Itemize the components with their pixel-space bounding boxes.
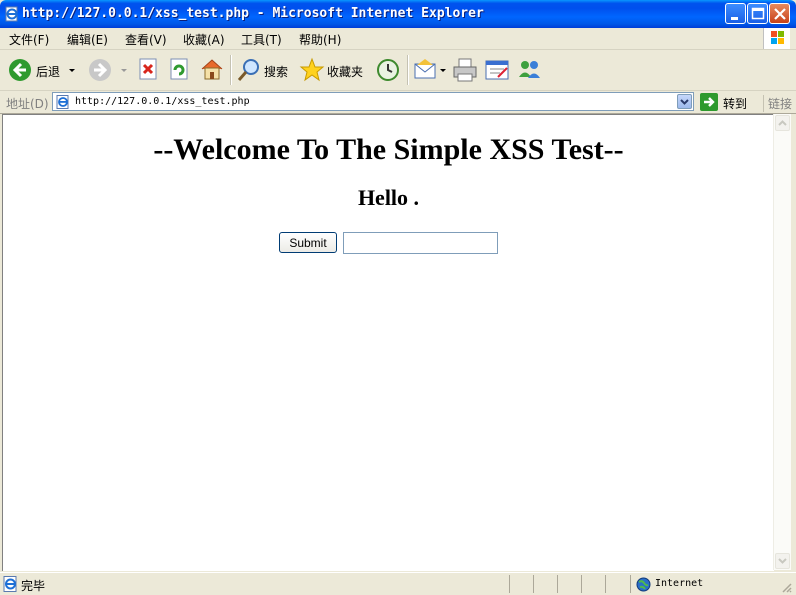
history-button[interactable] bbox=[375, 57, 401, 83]
security-zone-label: Internet bbox=[655, 578, 704, 589]
status-divider bbox=[557, 575, 558, 593]
window-title: http://127.0.0.1/xss_test.php - Microsof… bbox=[22, 6, 484, 21]
toolbar-separator bbox=[230, 55, 232, 85]
page-heading: --Welcome To The Simple XSS Test-- bbox=[153, 133, 624, 166]
address-dropdown-button[interactable] bbox=[677, 94, 692, 109]
messenger-icon bbox=[519, 61, 540, 78]
refresh-icon bbox=[170, 58, 188, 80]
search-label: 搜索 bbox=[264, 65, 289, 79]
chevron-down-icon bbox=[680, 99, 689, 105]
ie-page-icon bbox=[3, 576, 17, 592]
status-bar: 完毕 Internet bbox=[0, 572, 796, 595]
ie-page-icon bbox=[4, 6, 20, 22]
resize-grip-icon[interactable] bbox=[780, 581, 792, 593]
home-icon bbox=[201, 59, 223, 80]
maximize-button[interactable] bbox=[747, 3, 768, 24]
refresh-button[interactable] bbox=[168, 57, 192, 83]
status-divider bbox=[581, 575, 582, 593]
standard-toolbar: 后退 搜索 收藏夹 bbox=[0, 50, 796, 91]
address-input[interactable]: http://127.0.0.1/xss_test.php bbox=[52, 92, 694, 111]
stop-icon bbox=[139, 58, 157, 80]
forward-button[interactable] bbox=[88, 57, 128, 83]
menu-bar: 文件(F) 编辑(E) 查看(V) 收藏(A) 工具(T) 帮助(H) bbox=[0, 28, 796, 50]
ie-page-icon bbox=[56, 95, 69, 109]
mail-icon bbox=[414, 59, 436, 79]
minimize-button[interactable] bbox=[725, 3, 746, 24]
status-divider bbox=[630, 575, 631, 593]
scroll-up-button[interactable] bbox=[775, 115, 790, 131]
scroll-down-button[interactable] bbox=[775, 553, 790, 569]
name-input[interactable] bbox=[343, 232, 498, 254]
menu-view[interactable]: 查看(V) bbox=[125, 31, 167, 48]
go-label[interactable]: 转到 bbox=[723, 95, 747, 112]
stop-button[interactable] bbox=[137, 57, 161, 83]
messenger-button[interactable] bbox=[516, 57, 544, 83]
chevron-down-icon bbox=[69, 69, 75, 72]
vertical-scrollbar[interactable] bbox=[773, 114, 791, 570]
back-icon bbox=[9, 59, 31, 81]
favorites-star-icon bbox=[299, 57, 325, 82]
mail-button[interactable] bbox=[413, 57, 447, 83]
status-divider bbox=[533, 575, 534, 593]
links-label[interactable]: 链接 bbox=[763, 95, 792, 112]
title-bar: http://127.0.0.1/xss_test.php - Microsof… bbox=[0, 0, 796, 28]
favorites-button[interactable]: 收藏夹 bbox=[299, 57, 367, 83]
status-divider bbox=[605, 575, 606, 593]
submit-button[interactable]: Submit bbox=[279, 232, 337, 253]
edit-icon bbox=[485, 60, 509, 80]
close-icon bbox=[774, 8, 786, 20]
print-icon bbox=[453, 58, 477, 82]
history-icon bbox=[377, 59, 399, 81]
toolbar-separator bbox=[407, 55, 409, 85]
close-button[interactable] bbox=[769, 3, 790, 24]
menu-favorites[interactable]: 收藏(A) bbox=[183, 31, 225, 48]
chevron-down-icon bbox=[778, 558, 787, 564]
browser-window: http://127.0.0.1/xss_test.php - Microsof… bbox=[0, 0, 796, 595]
chevron-down-icon bbox=[121, 69, 127, 72]
favorites-label: 收藏夹 bbox=[327, 65, 364, 79]
address-label: 地址(D) bbox=[6, 97, 49, 111]
back-label: 后退 bbox=[36, 65, 61, 79]
chevron-down-icon bbox=[440, 69, 446, 72]
back-button[interactable]: 后退 bbox=[8, 57, 75, 83]
go-arrow-icon bbox=[704, 97, 715, 107]
page-content: --Welcome To The Simple XSS Test-- Hello… bbox=[2, 114, 774, 571]
greeting-text: Hello . bbox=[357, 185, 420, 210]
menu-edit[interactable]: 编辑(E) bbox=[67, 31, 108, 48]
menu-help[interactable]: 帮助(H) bbox=[299, 31, 341, 48]
minimize-icon bbox=[731, 17, 738, 20]
address-bar: 地址(D) http://127.0.0.1/xss_test.php 转到 链… bbox=[0, 91, 796, 114]
edit-button[interactable] bbox=[484, 57, 510, 83]
print-button[interactable] bbox=[452, 57, 478, 83]
search-button[interactable]: 搜索 bbox=[236, 57, 292, 83]
maximize-icon bbox=[751, 7, 765, 20]
status-divider bbox=[509, 575, 510, 593]
globe-icon bbox=[636, 577, 651, 592]
home-button[interactable] bbox=[199, 57, 225, 83]
menu-tools[interactable]: 工具(T) bbox=[241, 31, 282, 48]
status-text: 完毕 bbox=[21, 579, 46, 593]
address-url: http://127.0.0.1/xss_test.php bbox=[75, 96, 250, 107]
menu-file[interactable]: 文件(F) bbox=[9, 31, 49, 48]
go-button[interactable] bbox=[700, 93, 718, 111]
search-icon bbox=[237, 59, 259, 81]
windows-flag-icon bbox=[763, 28, 790, 49]
forward-icon bbox=[89, 59, 111, 81]
chevron-up-icon bbox=[778, 120, 787, 126]
